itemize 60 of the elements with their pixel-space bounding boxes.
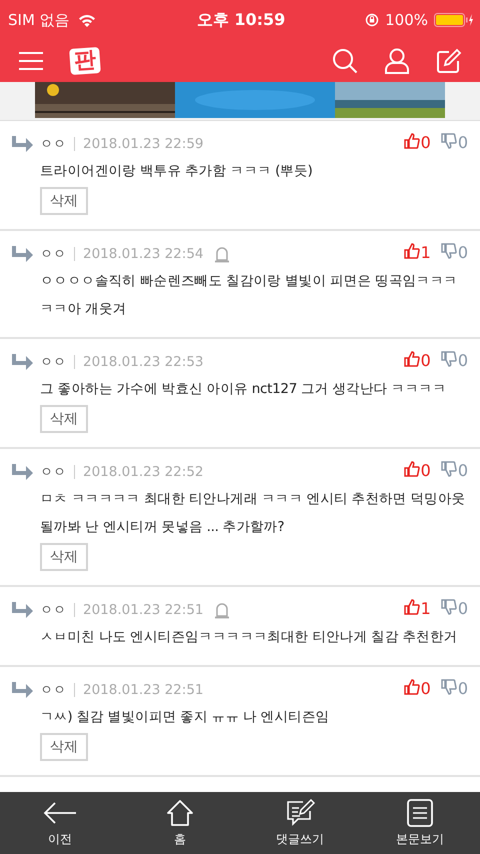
rotation-lock-icon [365, 13, 380, 27]
dislike-button[interactable]: 0 [440, 679, 468, 701]
clock-time: 오후 10:59 [196, 10, 286, 30]
comment-text: ㅇㅇㅇㅇ솔직히 빠순렌즈빼도 칠감이랑 별빛이 피면은 띵곡임ㅋㅋㅋㅋㅋ아 개웃겨 [40, 272, 458, 319]
reply-arrow-icon [10, 682, 34, 698]
dislike-button[interactable]: 0 [440, 243, 468, 265]
comment-text: 그 좋아하는 가수에 박효신 아이유 nct127 그거 생각난다 ㅋㅋㅋㅋ [40, 380, 447, 399]
like-button[interactable]: 0 [404, 461, 431, 483]
like-button[interactable]: 0 [404, 679, 431, 701]
compose-icon[interactable] [436, 48, 462, 74]
siren-icon[interactable] [214, 602, 230, 618]
dislike-button[interactable]: 0 [440, 599, 468, 621]
menu-icon[interactable] [18, 51, 44, 71]
delete-button[interactable]: 삭제 [40, 733, 88, 761]
comment-date: 2018.01.23 22:54 [83, 246, 204, 262]
comment-date: 2018.01.23 22:51 [83, 682, 204, 698]
comment-author: ㅇㅇ [40, 602, 66, 619]
logo[interactable]: 판 [69, 46, 101, 76]
nav-button[interactable]: 홈 [120, 792, 240, 854]
comment-write-icon [285, 798, 315, 826]
user-icon[interactable] [384, 48, 410, 74]
dislike-button[interactable]: 0 [440, 461, 468, 483]
like-button[interactable]: 1 [404, 599, 431, 621]
wifi-icon [78, 14, 96, 26]
comment-text: ㅅㅂ미친 나도 엔시티즌임ㅋㅋㅋㅋㅋ최대한 티안나게 칠감 추천한거 [40, 628, 458, 647]
comment-text: ㅁㅊ ㅋㅋㅋㅋㅋ 최대한 티안나게래 ㅋㅋㅋ 엔시티 추천하면 덕밍아웃될까봐 난 엔시티꺼 못넣음 ... 추가할까? [40, 490, 466, 537]
comment-date: 2018.01.23 22:52 [83, 464, 204, 480]
comment-author: ㅇㅇ [40, 246, 66, 263]
reply-arrow-icon [10, 602, 34, 618]
delete-button[interactable]: 삭제 [40, 405, 88, 433]
comment-author: ㅇㅇ [40, 136, 66, 153]
reply-arrow-icon [10, 464, 34, 480]
comment-date: 2018.01.23 22:53 [83, 354, 204, 370]
comment-date: 2018.01.23 22:59 [83, 136, 204, 152]
nav-button[interactable]: 본문보기 [360, 792, 480, 854]
comment-author: ㅇㅇ [40, 354, 66, 371]
nav-button[interactable]: 이전 [0, 792, 120, 854]
like-button[interactable]: 0 [404, 133, 431, 155]
like-button[interactable]: 0 [404, 351, 431, 373]
dislike-button[interactable]: 0 [440, 351, 468, 373]
comment-author: ㅇㅇ [40, 464, 66, 481]
delete-button[interactable]: 삭제 [40, 543, 88, 571]
comment-text: 트라이어겐이랑 백투유 추가함 ㅋㅋㅋ (뿌듯) [40, 162, 314, 181]
reply-arrow-icon [10, 354, 34, 370]
dislike-button[interactable]: 0 [440, 133, 468, 155]
comment-author: ㅇㅇ [40, 682, 66, 699]
delete-button[interactable]: 삭제 [40, 187, 88, 215]
nav-button[interactable]: 댓글쓰기 [240, 792, 360, 854]
document-icon [407, 798, 433, 826]
battery-icon [434, 13, 474, 27]
carrier-label: SIM 없음 [8, 10, 70, 30]
reply-arrow-icon [10, 246, 34, 262]
comment-text: ㄱㅆ) 칠감 별빛이피면 좋지 ㅠㅠ 나 엔시티즌임 [40, 708, 330, 727]
search-icon[interactable] [332, 48, 358, 74]
comment-date: 2018.01.23 22:51 [83, 602, 204, 618]
home-icon [166, 798, 194, 826]
like-button[interactable]: 1 [404, 243, 431, 265]
battery-percent: 100% [385, 11, 428, 29]
reply-arrow-icon [10, 136, 34, 152]
siren-icon[interactable] [214, 246, 230, 262]
